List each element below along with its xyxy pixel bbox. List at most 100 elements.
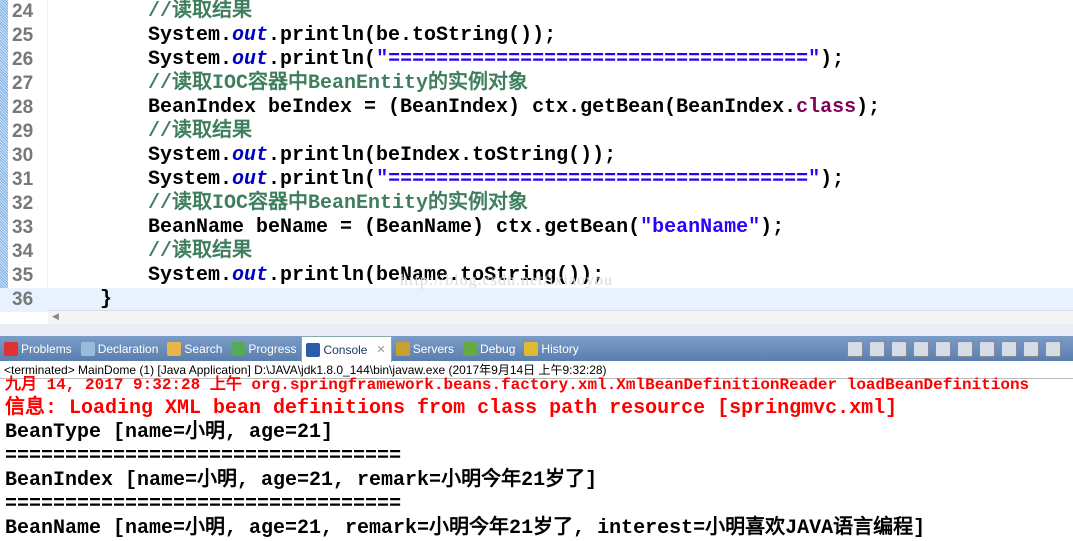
scroll-lock-icon[interactable] (935, 340, 951, 357)
code-token: "===================================" (376, 48, 821, 71)
code-token: ); (856, 96, 881, 119)
open-console-icon[interactable] (1045, 340, 1061, 357)
code-token: //读取IOC容器中BeanEntity的实例对象 (148, 72, 529, 95)
console-line: BeanType [name=小明, age=21] (5, 421, 334, 444)
code-text: BeanName beName = (BeanName) ctx.getBean… (148, 216, 784, 240)
debug-icon (463, 341, 478, 356)
code-token: //读取结果 (148, 240, 253, 263)
line-number: 28 (12, 97, 34, 118)
line-number: 36 (12, 289, 34, 310)
code-text: //读取IOC容器中BeanEntity的实例对象 (148, 72, 528, 96)
line-number: 32 (12, 193, 34, 214)
tab-label: History (541, 341, 579, 356)
code-token: class (796, 96, 857, 119)
code-token: //读取结果 (148, 120, 253, 143)
tab-label: Declaration (97, 341, 159, 356)
code-line[interactable]: 34 //读取结果 (0, 240, 1073, 264)
code-line[interactable]: 27 //读取IOC容器中BeanEntity的实例对象 (0, 72, 1073, 96)
code-line[interactable]: 29 //读取结果 (0, 120, 1073, 144)
code-token: out (232, 144, 269, 167)
console-line: BeanName [name=小明, age=21, remark=小明今年21… (5, 517, 926, 540)
close-tab-icon[interactable]: ✕ (376, 343, 385, 356)
code-text: System.out.println(be.toString()); (148, 24, 556, 48)
code-token: .println(be.toString()); (268, 24, 557, 47)
code-line[interactable]: 33 BeanName beName = (BeanName) ctx.getBe… (0, 216, 1073, 240)
code-line[interactable]: 24 //读取结果 (0, 0, 1073, 24)
tab-problems[interactable]: Problems (0, 336, 77, 361)
pin-console-icon[interactable] (1001, 340, 1017, 357)
code-token: out (232, 24, 269, 47)
code-text: System.out.println(beIndex.toString()); (148, 144, 616, 168)
code-token: BeanIndex beIndex = (BeanIndex) ctx.getB… (148, 96, 797, 119)
scroll-left-icon[interactable]: ◀ (52, 311, 59, 322)
code-line[interactable]: 31 System.out.println("==================… (0, 168, 1073, 192)
tab-label: Console (323, 342, 368, 357)
line-number: 33 (12, 217, 34, 238)
code-text: BeanIndex beIndex = (BeanIndex) ctx.getB… (148, 96, 880, 120)
code-line[interactable]: 36} (0, 288, 1073, 312)
show-stdout-icon[interactable] (957, 340, 973, 357)
console-line: ================================= (5, 445, 402, 468)
code-token: .println( (268, 168, 377, 191)
tab-declaration[interactable]: Declaration (77, 336, 164, 361)
tab-servers[interactable]: Servers (392, 336, 459, 361)
tab-debug[interactable]: Debug (459, 336, 520, 361)
code-text: System.out.println("====================… (148, 48, 844, 72)
line-number: 29 (12, 121, 34, 142)
console-toolbar (847, 340, 1073, 357)
tab-label: Problems (21, 341, 72, 356)
console-line: 信息: Loading XML bean definitions from cl… (5, 397, 898, 420)
code-token: out (232, 168, 269, 191)
line-number: 24 (12, 1, 34, 22)
line-number: 34 (12, 241, 34, 262)
tab-history[interactable]: History (520, 336, 583, 361)
code-text: //读取结果 (148, 240, 252, 264)
servers-icon (395, 341, 410, 356)
code-token: System. (148, 48, 233, 71)
line-number: 30 (12, 145, 34, 166)
line-number: 35 (12, 265, 34, 286)
code-line[interactable]: 28 BeanIndex beIndex = (BeanIndex) ctx.ge… (0, 96, 1073, 120)
code-text: } (100, 288, 112, 312)
search-icon (167, 341, 182, 356)
tab-progress[interactable]: Progress (227, 336, 301, 361)
declaration-icon (80, 341, 95, 356)
code-text: //读取结果 (148, 120, 252, 144)
history-icon (524, 341, 539, 356)
code-editor[interactable]: 24//读取结果 25 System.out.println(be.toString… (0, 0, 1073, 312)
tab-search[interactable]: Search (163, 336, 227, 361)
progress-icon (231, 341, 246, 356)
tab-label: Search (184, 341, 223, 356)
code-token: .println( (268, 48, 377, 71)
watermark: http://blog.csdn.net/ixiaoyou (400, 272, 613, 289)
show-stderr-icon[interactable] (979, 340, 995, 357)
code-token: System. (148, 168, 233, 191)
code-token: } (100, 288, 113, 311)
code-token: //读取IOC容器中BeanEntity的实例对象 (148, 192, 529, 215)
code-token: "===================================" (376, 168, 821, 191)
clear-console-icon[interactable] (913, 340, 929, 357)
remove-launch-icon[interactable] (869, 340, 885, 357)
line-number: 25 (12, 25, 34, 46)
code-token: //读取结果 (148, 0, 253, 23)
code-text: //读取IOC容器中BeanEntity的实例对象 (148, 192, 528, 216)
display-console-icon[interactable] (1023, 340, 1039, 357)
code-token: "beanName" (640, 216, 761, 239)
tab-console[interactable]: Console ✕ (301, 336, 392, 362)
tab-label: Debug (480, 341, 516, 356)
view-tab-bar: Problems Declaration Search Progress Console… (0, 336, 1073, 362)
code-text: //读取结果 (148, 0, 252, 24)
code-token: out (232, 264, 269, 287)
code-line[interactable]: 25 System.out.println(be.toString()); (0, 24, 1073, 48)
code-token: BeanName beName = (BeanName) ctx.getBean… (148, 216, 641, 239)
console-line: 九月 14, 2017 9:32:28 上午 org.springframewo… (5, 376, 1030, 394)
terminate-icon[interactable] (847, 340, 863, 357)
line-number: 31 (12, 169, 34, 190)
line-number: 27 (12, 73, 34, 94)
code-line[interactable]: 26 System.out.println("==================… (0, 48, 1073, 72)
horizontal-scrollbar[interactable]: ◀ (48, 310, 1073, 324)
code-line[interactable]: 32 //读取IOC容器中BeanEntity的实例对象 (0, 192, 1073, 216)
remove-all-icon[interactable] (891, 340, 907, 357)
code-line[interactable]: 30 System.out.println(beIndex.toString())… (0, 144, 1073, 168)
code-token: ); (760, 216, 785, 239)
